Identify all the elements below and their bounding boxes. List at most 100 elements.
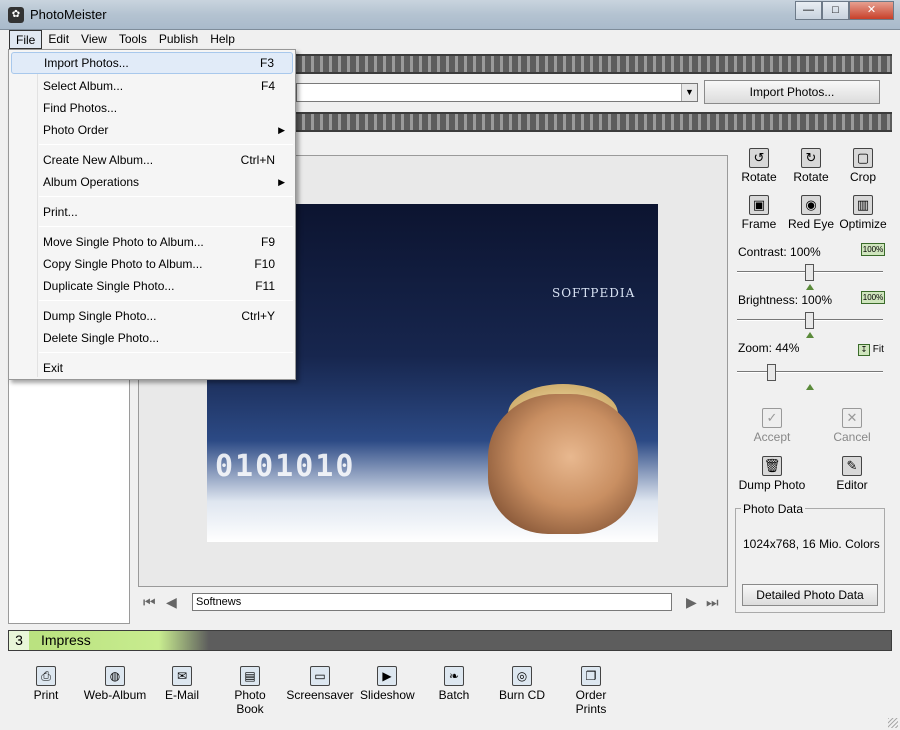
menu-item-select-album[interactable]: Select Album... F4 bbox=[11, 75, 293, 97]
crop-icon: ▢ bbox=[853, 148, 873, 168]
last-photo-icon[interactable]: ⏭ bbox=[706, 594, 719, 611]
crop-label: Crop bbox=[849, 170, 876, 184]
menu-item-delete-single-photo[interactable]: Delete Single Photo... bbox=[11, 327, 293, 349]
minimize-button[interactable]: — bbox=[795, 1, 822, 20]
menu-item-shortcut: F3 bbox=[259, 56, 274, 70]
brightness-slider-thumb[interactable] bbox=[805, 312, 814, 329]
cd-icon: ◎ bbox=[512, 666, 532, 686]
slideshow-button[interactable]: ▶ Slideshow bbox=[360, 666, 415, 702]
red-eye-button[interactable]: ◉ Red Eye bbox=[781, 195, 841, 231]
menu-tools[interactable]: Tools bbox=[113, 30, 153, 49]
menu-view[interactable]: View bbox=[75, 30, 113, 49]
menu-item-dump-single-photo[interactable]: Dump Single Photo... Ctrl+Y bbox=[11, 305, 293, 327]
menu-item-import-photos[interactable]: Import Photos... F3 bbox=[11, 52, 293, 74]
menu-edit[interactable]: Edit bbox=[42, 30, 75, 49]
zoom-slider-track[interactable] bbox=[737, 371, 883, 373]
photo-face bbox=[488, 394, 638, 534]
rotate-right-button[interactable]: ↻ Rotate bbox=[781, 148, 841, 184]
zoom-label: Zoom: 44% bbox=[738, 341, 800, 355]
rotate-left-button[interactable]: ↺ Rotate bbox=[729, 148, 789, 184]
menu-item-duplicate-single-photo[interactable]: Duplicate Single Photo... F11 bbox=[11, 275, 293, 297]
menu-item-shortcut: Ctrl+N bbox=[240, 153, 275, 167]
menu-item-shortcut: F10 bbox=[254, 257, 275, 271]
contrast-reset-button[interactable]: 100% bbox=[861, 243, 885, 256]
menu-item-find-photos[interactable]: Find Photos... bbox=[11, 97, 293, 119]
menu-item-shortcut: F9 bbox=[260, 235, 275, 249]
menu-item-label: Select Album... bbox=[43, 79, 124, 93]
photo-book-button[interactable]: ▤ Photo Book bbox=[220, 666, 280, 716]
optimize-button[interactable]: ▥ Optimize bbox=[833, 195, 893, 231]
burn-cd-label: Burn CD bbox=[499, 688, 546, 702]
accept-button[interactable]: ✓ Accept bbox=[742, 408, 802, 444]
detailed-photo-data-button[interactable]: Detailed Photo Data bbox=[742, 584, 878, 606]
menu-item-photo-order[interactable]: Photo Order ▶ bbox=[11, 119, 293, 141]
menu-item-label: Delete Single Photo... bbox=[43, 331, 160, 345]
menu-item-label: Album Operations bbox=[43, 175, 140, 189]
menu-item-shortcut: Ctrl+Y bbox=[241, 309, 275, 323]
print-label: Print bbox=[33, 688, 59, 702]
editor-button[interactable]: ✎ Editor bbox=[822, 456, 882, 492]
fit-icon: ↧ bbox=[858, 344, 870, 356]
first-photo-icon[interactable]: ⏮ bbox=[143, 594, 156, 611]
submenu-arrow-icon: ▶ bbox=[278, 177, 285, 187]
cancel-button[interactable]: ✕ Cancel bbox=[822, 408, 882, 444]
cross-icon: ✕ bbox=[842, 408, 862, 428]
contrast-default-marker bbox=[806, 284, 814, 290]
globe-icon: ◍ bbox=[105, 666, 125, 686]
photo-caption-field[interactable]: Softnews bbox=[192, 593, 672, 611]
fit-button[interactable]: ↧ Fit bbox=[858, 344, 884, 356]
order-prints-label: Order Prints bbox=[575, 688, 607, 716]
cancel-label: Cancel bbox=[833, 430, 871, 444]
import-photos-button[interactable]: Import Photos... bbox=[704, 80, 880, 104]
maximize-button[interactable]: □ bbox=[822, 1, 849, 20]
web-album-label: Web-Album bbox=[83, 688, 147, 702]
menu-file[interactable]: File bbox=[9, 30, 43, 49]
menu-item-copy-single-photo[interactable]: Copy Single Photo to Album... F10 bbox=[11, 253, 293, 275]
brightness-label: Brightness: 100% bbox=[738, 293, 833, 307]
frame-icon: ▣ bbox=[749, 195, 769, 215]
brush-icon: ✎ bbox=[842, 456, 862, 476]
next-photo-icon[interactable]: ▶ bbox=[686, 594, 697, 611]
burn-cd-button[interactable]: ◎ Burn CD bbox=[499, 666, 545, 702]
contrast-slider-thumb[interactable] bbox=[805, 264, 814, 281]
film-strip-top bbox=[296, 54, 892, 74]
menu-item-label: Import Photos... bbox=[44, 56, 129, 70]
email-label: E-Mail bbox=[164, 688, 199, 702]
menu-item-album-operations[interactable]: Album Operations ▶ bbox=[11, 171, 293, 193]
resize-grip[interactable] bbox=[888, 718, 898, 728]
menu-item-create-new-album[interactable]: Create New Album... Ctrl+N bbox=[11, 149, 293, 171]
menu-help[interactable]: Help bbox=[204, 30, 241, 49]
photo-digits: 0101010 bbox=[215, 449, 356, 484]
eye-icon: ◉ bbox=[801, 195, 821, 215]
menu-item-label: Photo Order bbox=[43, 123, 109, 137]
brightness-reset-button[interactable]: 100% bbox=[861, 291, 885, 304]
rotate-right-label: Rotate bbox=[793, 170, 829, 184]
close-button[interactable]: ✕ bbox=[849, 1, 894, 20]
crop-button[interactable]: ▢ Crop bbox=[833, 148, 893, 184]
menu-publish[interactable]: Publish bbox=[153, 30, 204, 49]
photo-brand: SOFTPEDIA bbox=[552, 286, 636, 300]
menu-item-print[interactable]: Print... bbox=[11, 201, 293, 223]
chevron-down-icon[interactable]: ▼ bbox=[681, 84, 697, 101]
screensaver-button[interactable]: ▭ Screensaver bbox=[286, 666, 354, 702]
trash-icon: 🗑 bbox=[762, 456, 782, 476]
leaf-icon: ❧ bbox=[444, 666, 464, 686]
email-button[interactable]: ✉ E-Mail bbox=[160, 666, 204, 702]
impress-bar[interactable]: 3 Impress bbox=[8, 630, 892, 651]
screensaver-label: Screensaver bbox=[286, 688, 354, 702]
menu-separator bbox=[39, 352, 293, 353]
batch-button[interactable]: ❧ Batch bbox=[436, 666, 472, 702]
menu-item-exit[interactable]: Exit bbox=[11, 357, 293, 379]
print-button[interactable]: ⎙ Print bbox=[28, 666, 64, 702]
previous-photo-icon[interactable]: ◀ bbox=[166, 594, 177, 611]
contrast-label: Contrast: 100% bbox=[738, 245, 821, 259]
menu-separator bbox=[39, 226, 293, 227]
order-prints-button[interactable]: ❐ Order Prints bbox=[560, 666, 622, 716]
zoom-slider-thumb[interactable] bbox=[767, 364, 776, 381]
menu-item-move-single-photo[interactable]: Move Single Photo to Album... F9 bbox=[11, 231, 293, 253]
web-album-button[interactable]: ◍ Web-Album bbox=[82, 666, 148, 702]
dump-photo-button[interactable]: 🗑 Dump Photo bbox=[737, 456, 807, 492]
fit-label: Fit bbox=[872, 344, 884, 355]
frame-button[interactable]: ▣ Frame bbox=[729, 195, 789, 231]
album-select[interactable]: ▼ bbox=[296, 83, 698, 102]
